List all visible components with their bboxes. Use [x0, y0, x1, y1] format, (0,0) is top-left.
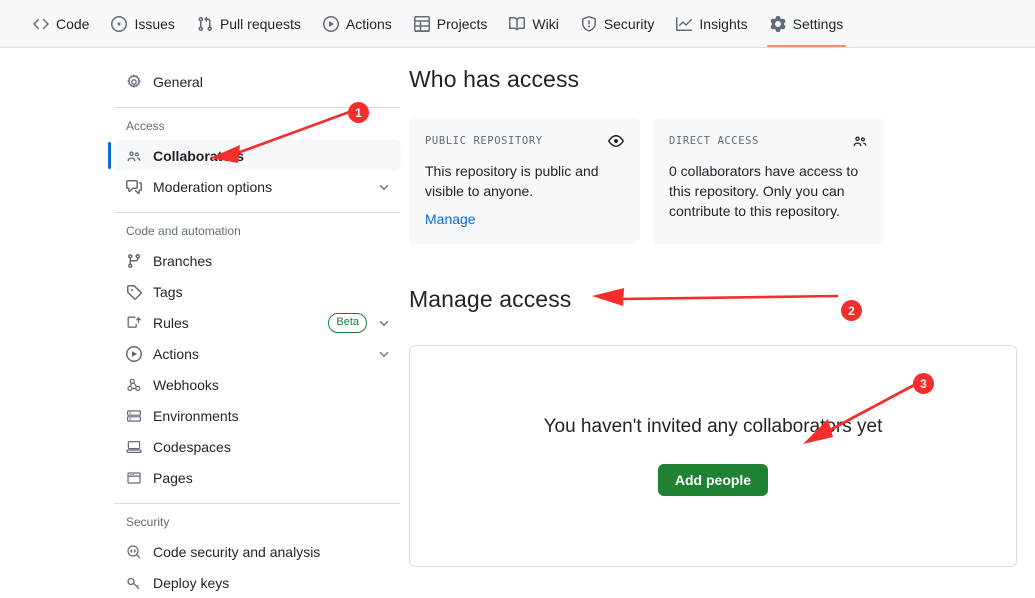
issue-opened-icon: [111, 15, 128, 32]
sidebar-item-label: Webhooks: [153, 376, 219, 393]
sidebar-item-label: Tags: [153, 283, 183, 300]
settings-main-content: Who has access PUBLIC REPOSITORY This re…: [409, 66, 1017, 567]
chevron-down-icon[interactable]: [377, 347, 391, 361]
nav-tab-projects[interactable]: Projects: [403, 0, 499, 47]
nav-tab-label: Actions: [345, 15, 392, 32]
section-title-manage-access: Manage access: [409, 286, 572, 312]
card-body-text: This repository is public and visible to…: [425, 163, 599, 199]
gear-icon: [126, 73, 142, 90]
manage-link[interactable]: Manage: [425, 211, 624, 227]
sidebar-item-label: Environments: [153, 407, 239, 424]
collaborators-empty-state: You haven't invited any collaborators ye…: [409, 345, 1017, 567]
nav-tab-label: Code: [56, 15, 90, 32]
play-icon: [126, 345, 142, 362]
sidebar-item-pages[interactable]: Pages: [114, 462, 401, 493]
book-icon: [509, 16, 526, 32]
card-kicker-label: PUBLIC REPOSITORY: [425, 135, 543, 147]
gear-icon: [770, 15, 786, 32]
sidebar-item-label: Deploy keys: [153, 574, 230, 591]
card-header: DIRECT ACCESS: [669, 133, 868, 149]
add-people-button[interactable]: Add people: [657, 464, 769, 496]
sidebar-item-label: Branches: [153, 252, 213, 269]
sidebar-heading-code-and-automation: Code and automation: [126, 224, 241, 238]
sidebar-item-label: Moderation options: [153, 178, 273, 195]
card-header: PUBLIC REPOSITORY: [425, 133, 624, 149]
card-kicker-label: DIRECT ACCESS: [669, 135, 759, 147]
codescan-icon: [126, 544, 142, 560]
people-icon: [852, 133, 868, 149]
nav-tab-settings[interactable]: Settings: [759, 0, 855, 47]
sidebar-item-deploy-keys[interactable]: Deploy keys: [114, 567, 401, 598]
sidebar-item-actions[interactable]: Actions: [114, 338, 401, 369]
nav-tab-code[interactable]: Code: [22, 0, 100, 47]
sidebar-item-collaborators[interactable]: Collaborators: [108, 140, 401, 171]
sidebar-divider-1: [114, 107, 400, 108]
sidebar-divider-3: [114, 503, 400, 504]
repository-nav: Code Issues Pull requests Actions Projec: [0, 0, 1035, 48]
nav-tab-actions[interactable]: Actions: [312, 0, 403, 47]
sidebar-item-codespaces[interactable]: Codespaces: [114, 431, 401, 462]
nav-tab-label: Projects: [436, 15, 488, 32]
sidebar-item-environments[interactable]: Environments: [114, 400, 401, 431]
nav-tab-issues[interactable]: Issues: [100, 0, 185, 47]
tag-icon: [126, 284, 142, 300]
sidebar-item-general[interactable]: General: [114, 66, 401, 97]
git-branch-icon: [126, 253, 142, 269]
nav-tab-insights[interactable]: Insights: [665, 0, 758, 47]
nav-tab-label: Security: [603, 15, 655, 32]
access-summary-cards: PUBLIC REPOSITORY This repository is pub…: [409, 118, 1017, 244]
repository-nav-list: Code Issues Pull requests Actions Projec: [0, 0, 1035, 47]
shield-icon: [581, 15, 597, 32]
sidebar-item-moderation-options[interactable]: Moderation options: [114, 171, 401, 202]
sidebar-item-label: Code security and analysis: [153, 543, 321, 560]
beta-badge: Beta: [328, 312, 367, 333]
sidebar-heading-access: Access: [126, 119, 165, 133]
sidebar-item-label: Actions: [153, 345, 199, 362]
browser-icon: [126, 470, 142, 486]
table-icon: [413, 15, 430, 32]
sidebar-item-label: Codespaces: [153, 438, 231, 455]
rules-icon: [126, 315, 142, 331]
people-icon: [126, 148, 142, 164]
chevron-down-icon[interactable]: [377, 316, 391, 330]
sidebar-item-webhooks[interactable]: Webhooks: [114, 369, 401, 400]
eye-icon: [608, 133, 624, 149]
settings-sidebar: General Access Collaborators Moderation …: [108, 66, 401, 598]
sidebar-divider-2: [114, 212, 400, 213]
sidebar-heading-security: Security: [126, 515, 170, 529]
nav-tab-label: Pull requests: [219, 15, 301, 32]
sidebar-item-label: Pages: [153, 469, 193, 486]
code-icon: [33, 16, 49, 32]
sidebar-item-label: Collaborators: [153, 147, 245, 164]
graph-icon: [676, 16, 693, 32]
chevron-down-icon[interactable]: [377, 180, 391, 194]
sidebar-item-label: Rules: [153, 314, 189, 331]
play-icon: [322, 15, 339, 32]
sidebar-item-rules[interactable]: Rules Beta: [114, 307, 401, 338]
empty-state-message: You haven't invited any collaborators ye…: [543, 416, 883, 437]
nav-tab-label: Wiki: [532, 15, 559, 32]
sidebar-item-label: General: [153, 73, 203, 90]
server-icon: [126, 408, 142, 424]
comment-discussion-icon: [126, 179, 142, 195]
card-direct-access: DIRECT ACCESS 0 collaborators have acces…: [653, 118, 884, 244]
page-title-who-has-access: Who has access: [409, 66, 580, 92]
card-body-text: 0 collaborators have access to this repo…: [669, 163, 859, 219]
nav-tab-label: Insights: [699, 15, 748, 32]
codespaces-icon: [126, 439, 142, 455]
key-icon: [126, 575, 142, 591]
sidebar-item-tags[interactable]: Tags Beta: [114, 276, 401, 307]
nav-tab-pull-requests[interactable]: Pull requests: [186, 0, 312, 47]
sidebar-item-code-security-and-analysis[interactable]: Code security and analysis: [114, 536, 401, 567]
nav-tab-security[interactable]: Security: [570, 0, 666, 47]
nav-tab-wiki[interactable]: Wiki: [498, 0, 569, 47]
card-public-repository: PUBLIC REPOSITORY This repository is pub…: [409, 118, 640, 244]
nav-tab-label: Issues: [134, 15, 175, 32]
webhook-icon: [126, 377, 142, 393]
sidebar-item-branches[interactable]: Branches: [114, 245, 401, 276]
git-pull-request-icon: [197, 16, 213, 32]
nav-tab-label: Settings: [792, 15, 844, 32]
